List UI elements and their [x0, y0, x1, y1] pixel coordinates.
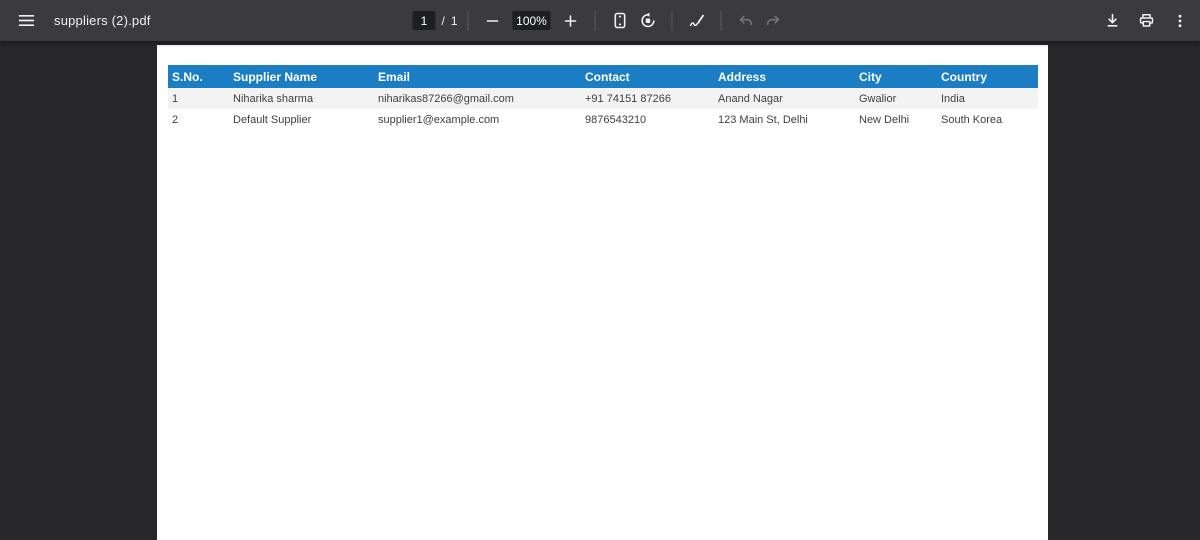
- cell-supplier-name: Default Supplier: [233, 113, 312, 126]
- pdf-viewer-canvas: S.No. Supplier Name Email Contact Addres…: [0, 41, 1200, 540]
- toolbar-divider: [671, 10, 673, 31]
- toolbar-center-section: / 1: [412, 0, 787, 41]
- cell-email: niharikas87266@gmail.com: [378, 92, 514, 105]
- pdf-viewer-toolbar: suppliers (2).pdf / 1: [0, 0, 1200, 41]
- more-options-button[interactable]: [1166, 7, 1194, 35]
- cell-city: New Delhi: [859, 113, 910, 126]
- cell-sno: 2: [172, 113, 179, 126]
- cell-address: Anand Nagar: [718, 92, 783, 105]
- annotate-button[interactable]: [683, 7, 711, 35]
- zoom-out-button[interactable]: [479, 7, 507, 35]
- download-button[interactable]: [1098, 7, 1126, 35]
- fit-to-page-button[interactable]: [606, 7, 634, 35]
- toolbar-divider: [467, 10, 469, 31]
- plus-icon: [563, 13, 579, 29]
- document-title: suppliers (2).pdf: [54, 13, 151, 28]
- cell-contact: +91 74151 87266: [585, 92, 671, 105]
- cell-contact: 9876543210: [585, 113, 647, 126]
- hamburger-menu-icon: [18, 12, 35, 29]
- col-header-email: Email: [374, 65, 581, 88]
- rotate-counterclockwise-icon: [639, 12, 656, 29]
- fit-to-page-icon: [611, 12, 628, 29]
- cell-city: Gwalior: [859, 92, 897, 105]
- col-header-sno: S.No.: [168, 65, 229, 88]
- col-header-country: Country: [937, 65, 1038, 88]
- rotate-button[interactable]: [634, 7, 662, 35]
- pdf-page: S.No. Supplier Name Email Contact Addres…: [157, 45, 1048, 540]
- col-header-supplier-name: Supplier Name: [229, 65, 374, 88]
- undo-button[interactable]: [732, 7, 760, 35]
- kebab-menu-icon: [1172, 13, 1188, 29]
- print-icon: [1138, 12, 1155, 29]
- redo-button[interactable]: [760, 7, 788, 35]
- col-header-address: Address: [714, 65, 855, 88]
- cell-address: 123 Main St, Delhi: [718, 113, 808, 126]
- col-header-contact: Contact: [581, 65, 714, 88]
- col-header-city: City: [855, 65, 937, 88]
- cell-country: India: [941, 92, 965, 105]
- zoom-level-input[interactable]: [512, 11, 551, 30]
- undo-icon: [738, 13, 754, 29]
- download-icon: [1104, 12, 1121, 29]
- table-row: 1 Niharika sharma niharikas87266@gmail.c…: [168, 88, 1038, 109]
- toolbar-right-section: [1098, 7, 1200, 35]
- menu-button[interactable]: [12, 7, 40, 35]
- print-button[interactable]: [1132, 7, 1160, 35]
- page-count: 1: [450, 13, 458, 28]
- toolbar-divider: [720, 10, 722, 31]
- cell-country: South Korea: [941, 113, 1003, 126]
- redo-icon: [766, 13, 782, 29]
- cell-sno: 1: [172, 92, 179, 105]
- cell-email: supplier1@example.com: [378, 113, 500, 126]
- page-navigation: / 1: [412, 11, 458, 30]
- table-row: 2 Default Supplier supplier1@example.com…: [168, 109, 1038, 130]
- table-header-row: S.No. Supplier Name Email Contact Addres…: [168, 65, 1038, 88]
- ink-annotate-icon: [688, 12, 705, 29]
- toolbar-divider: [594, 10, 596, 31]
- minus-icon: [485, 13, 501, 29]
- suppliers-table: S.No. Supplier Name Email Contact Addres…: [168, 65, 1038, 130]
- page-separator: /: [441, 13, 445, 28]
- page-number-input[interactable]: [412, 11, 436, 30]
- toolbar-left-section: suppliers (2).pdf: [0, 7, 151, 35]
- cell-supplier-name: Niharika sharma: [233, 92, 314, 105]
- zoom-in-button[interactable]: [557, 7, 585, 35]
